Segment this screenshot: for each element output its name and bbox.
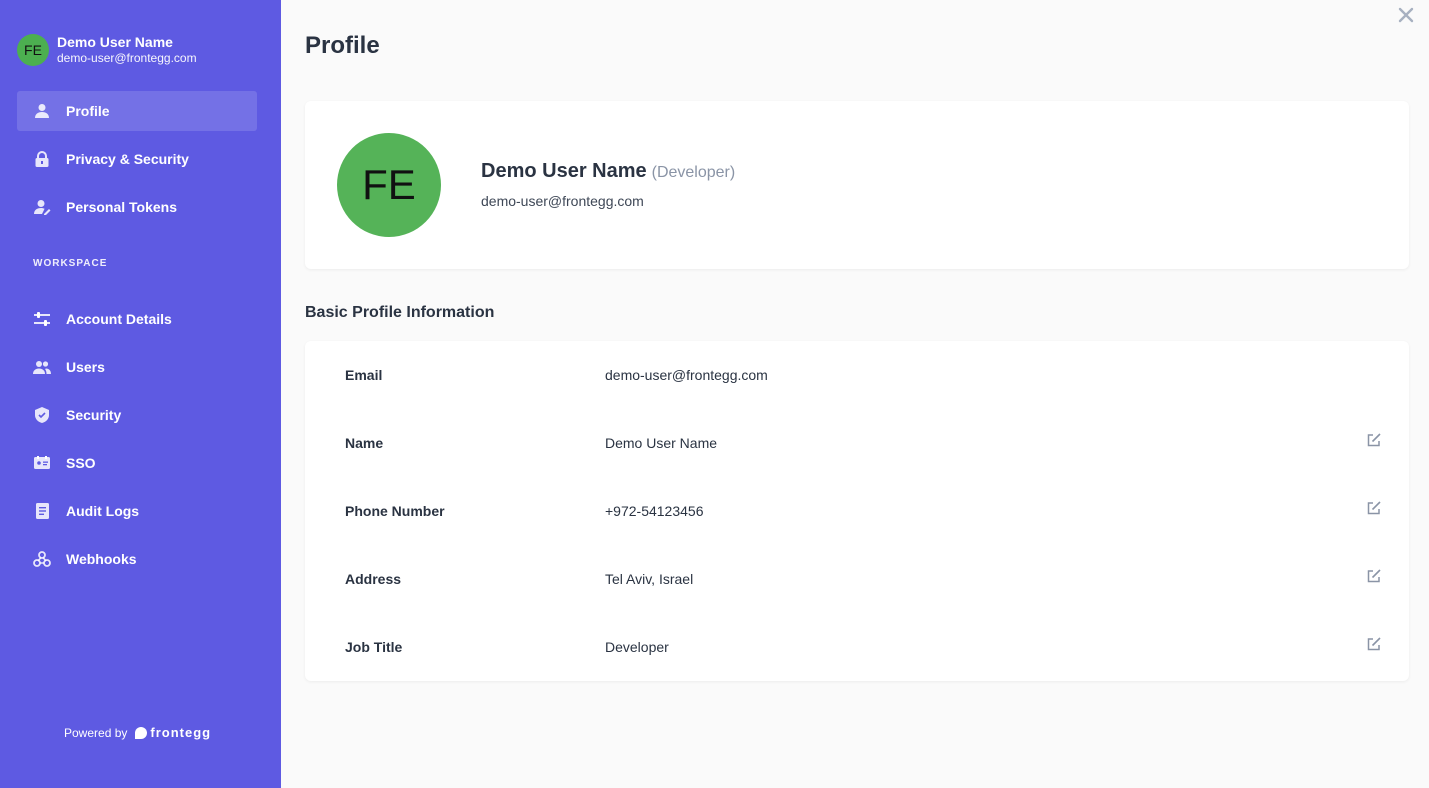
frontegg-logo-icon [135,726,148,739]
sliders-icon [33,310,51,328]
sidebar-item-security[interactable]: Security [17,395,257,435]
id-card-icon [33,454,51,472]
sidebar-item-label: Audit Logs [66,503,140,519]
edit-icon[interactable] [1367,569,1381,583]
close-button[interactable] [1396,5,1416,25]
profile-name: Demo User Name [481,160,647,182]
sidebar-item-profile[interactable]: Profile [17,91,257,131]
sidebar-item-webhooks[interactable]: Webhooks [17,539,257,579]
user-name: Demo User Name [57,34,173,50]
user-header[interactable]: FE Demo User Name demo-user@frontegg.com [17,34,197,66]
profile-avatar: FE [337,133,441,237]
sidebar-item-account-details[interactable]: Account Details [17,299,257,339]
sidebar-item-label: SSO [66,455,96,471]
info-row-address: Address Tel Aviv, Israel [305,545,1409,613]
sidebar-item-label: Security [66,407,122,423]
brand-name: frontegg [150,725,212,740]
section-heading: Basic Profile Information [305,304,495,321]
powered-by-label: Powered by [64,725,128,740]
sidebar-item-label: Personal Tokens [66,199,178,215]
sidebar: FE Demo User Name demo-user@frontegg.com… [0,0,281,788]
sidebar-item-audit-logs[interactable]: Audit Logs [17,491,257,531]
info-row-job-title: Job Title Developer [305,613,1409,681]
profile-name-line: Demo User Name (Developer) [481,160,735,183]
user-email: demo-user@frontegg.com [57,51,197,65]
close-icon [1398,7,1414,23]
shield-icon [33,406,51,424]
lock-icon [33,150,51,168]
edit-icon[interactable] [1367,501,1381,515]
info-row-email: Email demo-user@frontegg.com [305,341,1409,409]
profile-info-card: Email demo-user@frontegg.com Name Demo U… [305,341,1409,681]
frontegg-logo: frontegg [135,725,211,740]
webhook-icon [33,550,51,568]
sidebar-item-users[interactable]: Users [17,347,257,387]
profile-role: (Developer) [651,164,736,181]
field-value: Demo User Name [605,435,718,451]
section-label-workspace: WORKSPACE [33,258,108,269]
sidebar-item-label: Account Details [66,311,172,327]
field-value: +972-54123456 [605,503,704,519]
field-value: demo-user@frontegg.com [605,367,768,383]
edit-icon[interactable] [1367,637,1381,651]
page-title: Profile [305,32,380,59]
sidebar-item-label: Privacy & Security [66,151,189,167]
user-icon [33,102,51,120]
field-label: Phone Number [345,503,445,519]
sidebar-item-label: Webhooks [66,551,137,567]
field-label: Job Title [345,639,403,655]
profile-card: FE Demo User Name (Developer) demo-user@… [305,101,1409,269]
sidebar-item-sso[interactable]: SSO [17,443,257,483]
sidebar-item-personal-tokens[interactable]: Personal Tokens [17,187,257,227]
avatar: FE [17,34,49,66]
sidebar-item-label: Profile [66,103,110,119]
user-key-icon [33,198,51,216]
info-row-name: Name Demo User Name [305,409,1409,477]
powered-by: Powered by frontegg [64,725,211,740]
field-value: Developer [605,639,669,655]
field-value: Tel Aviv, Israel [605,571,694,587]
field-label: Email [345,367,383,383]
field-label: Name [345,435,384,451]
edit-icon[interactable] [1367,433,1381,447]
user-meta: Demo User Name demo-user@frontegg.com [57,34,197,66]
document-icon [33,502,51,520]
sidebar-item-privacy-security[interactable]: Privacy & Security [17,139,257,179]
sidebar-item-label: Users [66,359,105,375]
users-icon [33,358,51,376]
profile-email: demo-user@frontegg.com [481,193,644,209]
field-label: Address [345,571,402,587]
info-row-phone: Phone Number +972-54123456 [305,477,1409,545]
